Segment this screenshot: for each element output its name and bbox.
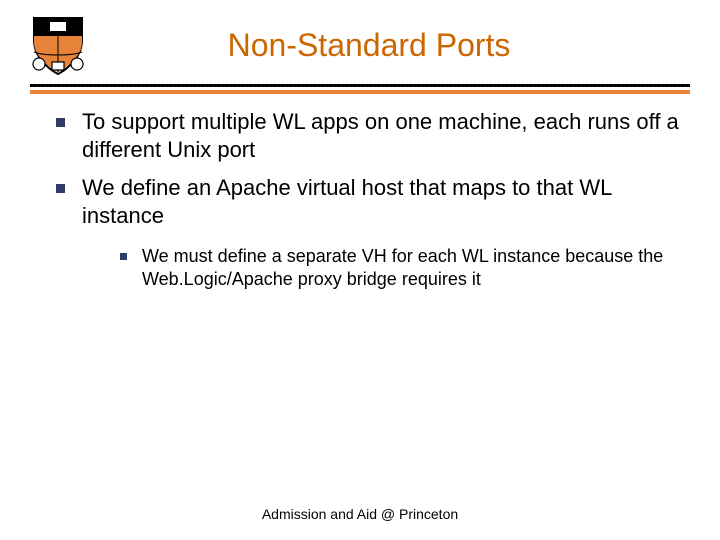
slide-footer: Admission and Aid @ Princeton [0,506,720,522]
bullet-text: We define an Apache virtual host that ma… [82,175,612,228]
title-divider [30,84,690,90]
list-item: We define an Apache virtual host that ma… [52,174,680,290]
list-item: To support multiple WL apps on one machi… [52,108,680,164]
slide-header: Non-Standard Ports [30,12,690,78]
princeton-shield-icon [30,12,86,78]
sub-bullet-text: We must define a separate VH for each WL… [142,246,663,289]
bullet-list: To support multiple WL apps on one machi… [30,108,690,291]
slide: Non-Standard Ports To support multiple W… [0,0,720,540]
slide-title: Non-Standard Ports [104,27,690,64]
sub-bullet-list: We must define a separate VH for each WL… [82,245,680,291]
list-item: We must define a separate VH for each WL… [118,245,680,291]
bullet-text: To support multiple WL apps on one machi… [82,109,679,162]
